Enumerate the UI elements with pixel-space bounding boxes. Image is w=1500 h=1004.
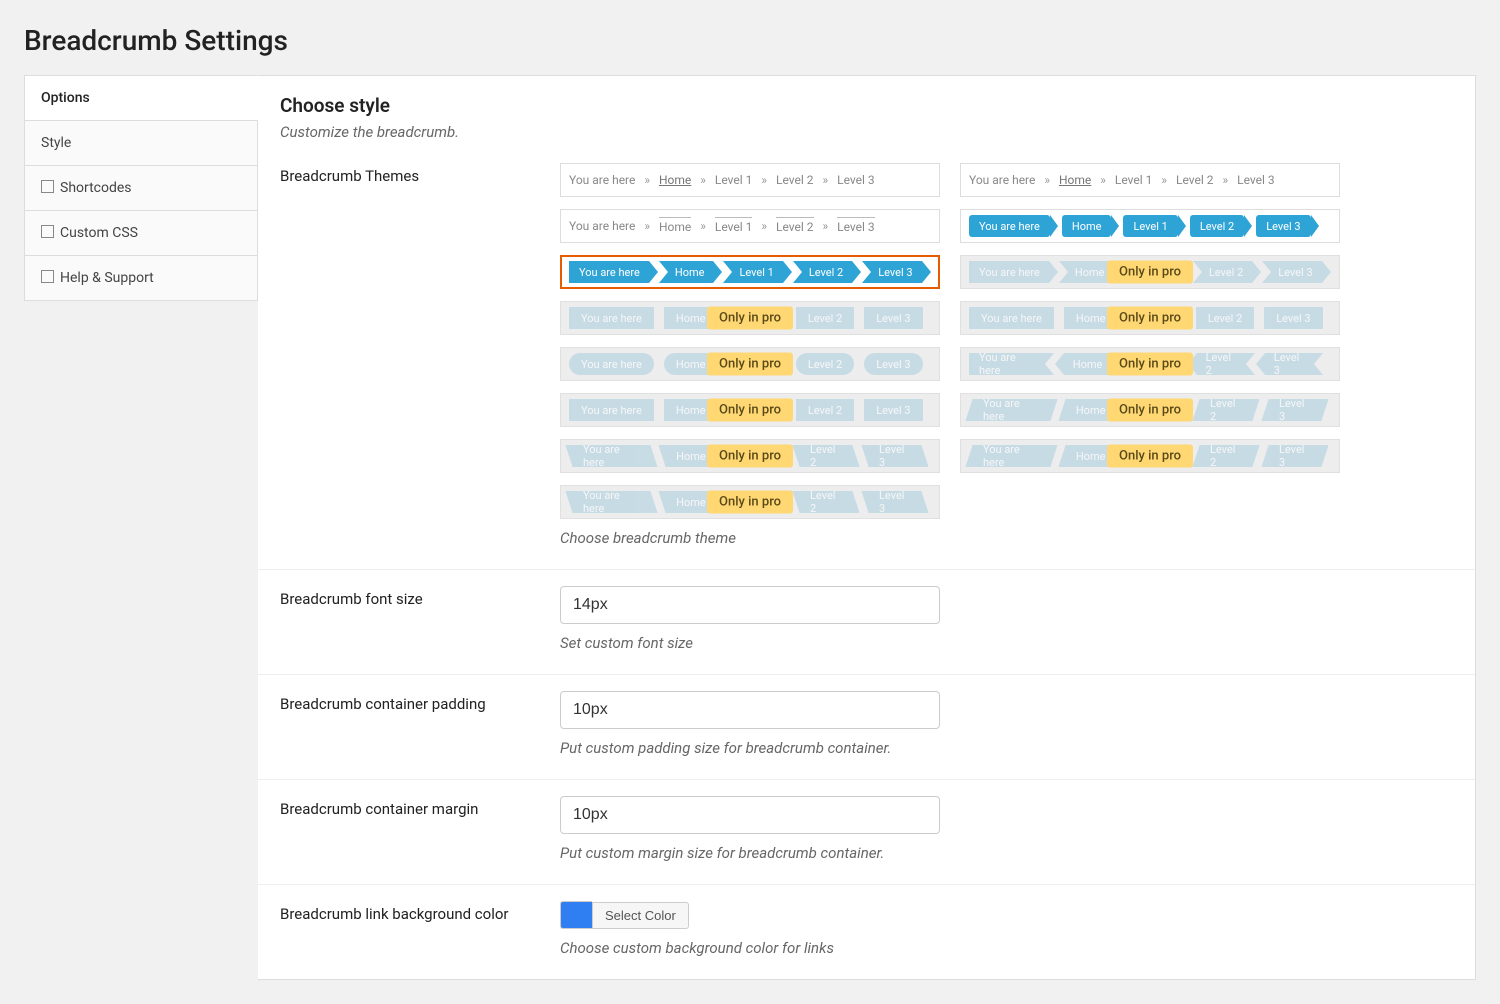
pro-badge: Only in pro xyxy=(1107,307,1193,330)
tab-style[interactable]: Style xyxy=(24,120,258,165)
section-desc: Customize the breadcrumb. xyxy=(280,123,1453,141)
pro-badge: Only in pro xyxy=(1107,261,1193,284)
pro-badge: Only in pro xyxy=(707,445,793,468)
margin-input[interactable] xyxy=(560,796,940,834)
font-size-input[interactable] xyxy=(560,586,940,624)
padding-help: Put custom padding size for breadcrumb c… xyxy=(560,739,1453,757)
padding-label: Breadcrumb container padding xyxy=(280,691,560,757)
pro-badge: Only in pro xyxy=(707,307,793,330)
pro-badge: Only in pro xyxy=(707,399,793,422)
section-title: Choose style xyxy=(280,94,1453,117)
theme-option[interactable]: You are here» Home» Level 1» Level 2» Le… xyxy=(560,209,940,243)
theme-option-pro[interactable]: You are here Home Level 1 Level 2 Level … xyxy=(560,485,940,519)
pro-badge: Only in pro xyxy=(1107,399,1193,422)
bgcolor-label: Breadcrumb link background color xyxy=(280,901,560,957)
theme-option-pro[interactable]: You are here Home Level 1 Level 2 Level … xyxy=(560,301,940,335)
theme-option-pro[interactable]: You are here Home Level 1 Level 2 Level … xyxy=(960,393,1340,427)
pro-badge: Only in pro xyxy=(1107,353,1193,376)
theme-option-pro[interactable]: You are here Home Level 1 Level 2 Level … xyxy=(560,393,940,427)
tab-help-support[interactable]: Help & Support xyxy=(24,255,258,301)
font-size-help: Set custom font size xyxy=(560,634,1453,652)
theme-option[interactable]: You are here» Home» Level 1» Level 2» Le… xyxy=(560,163,940,197)
settings-tabs: Options Style Shortcodes Custom CSS Help… xyxy=(24,75,258,301)
select-color-button[interactable]: Select Color xyxy=(592,902,689,929)
themes-grid: You are here» Home» Level 1» Level 2» Le… xyxy=(560,163,1453,519)
margin-help: Put custom margin size for breadcrumb co… xyxy=(560,844,1453,862)
theme-option-pro[interactable]: You are here Home Level 1 Level 2 Level … xyxy=(960,301,1340,335)
themes-label: Breadcrumb Themes xyxy=(280,163,560,547)
options-panel: Choose style Customize the breadcrumb. B… xyxy=(258,75,1476,980)
pro-badge: Only in pro xyxy=(1107,445,1193,468)
color-swatch[interactable] xyxy=(560,901,592,929)
themes-help: Choose breadcrumb theme xyxy=(560,529,1453,547)
tab-custom-css[interactable]: Custom CSS xyxy=(24,210,258,255)
theme-option-pro[interactable]: You are here Home Level 1 Level 2 Level … xyxy=(960,439,1340,473)
theme-option[interactable]: You are here» Home» Level 1» Level 2» Le… xyxy=(960,163,1340,197)
font-size-label: Breadcrumb font size xyxy=(280,586,560,652)
padding-input[interactable] xyxy=(560,691,940,729)
theme-option[interactable]: You are here Home Level 1 Level 2 Level … xyxy=(960,209,1340,243)
page-title: Breadcrumb Settings xyxy=(24,24,1476,57)
theme-option-pro[interactable]: You are here Home Level 1 Level 2 Level … xyxy=(560,439,940,473)
margin-label: Breadcrumb container margin xyxy=(280,796,560,862)
theme-option-pro[interactable]: You are here Home Level 1 Level 2 Level … xyxy=(960,347,1340,381)
theme-option-pro[interactable]: You are here Home Level 1 Level 2 Level … xyxy=(560,347,940,381)
theme-option-selected[interactable]: You are here Home Level 1 Level 2 Level … xyxy=(560,255,940,289)
pro-badge: Only in pro xyxy=(707,353,793,376)
theme-option-pro[interactable]: You are here Home Level 1 Level 2 Level … xyxy=(960,255,1340,289)
pro-badge: Only in pro xyxy=(707,491,793,514)
bgcolor-help: Choose custom background color for links xyxy=(560,939,1453,957)
tab-options[interactable]: Options xyxy=(24,75,258,120)
tab-shortcodes[interactable]: Shortcodes xyxy=(24,165,258,210)
